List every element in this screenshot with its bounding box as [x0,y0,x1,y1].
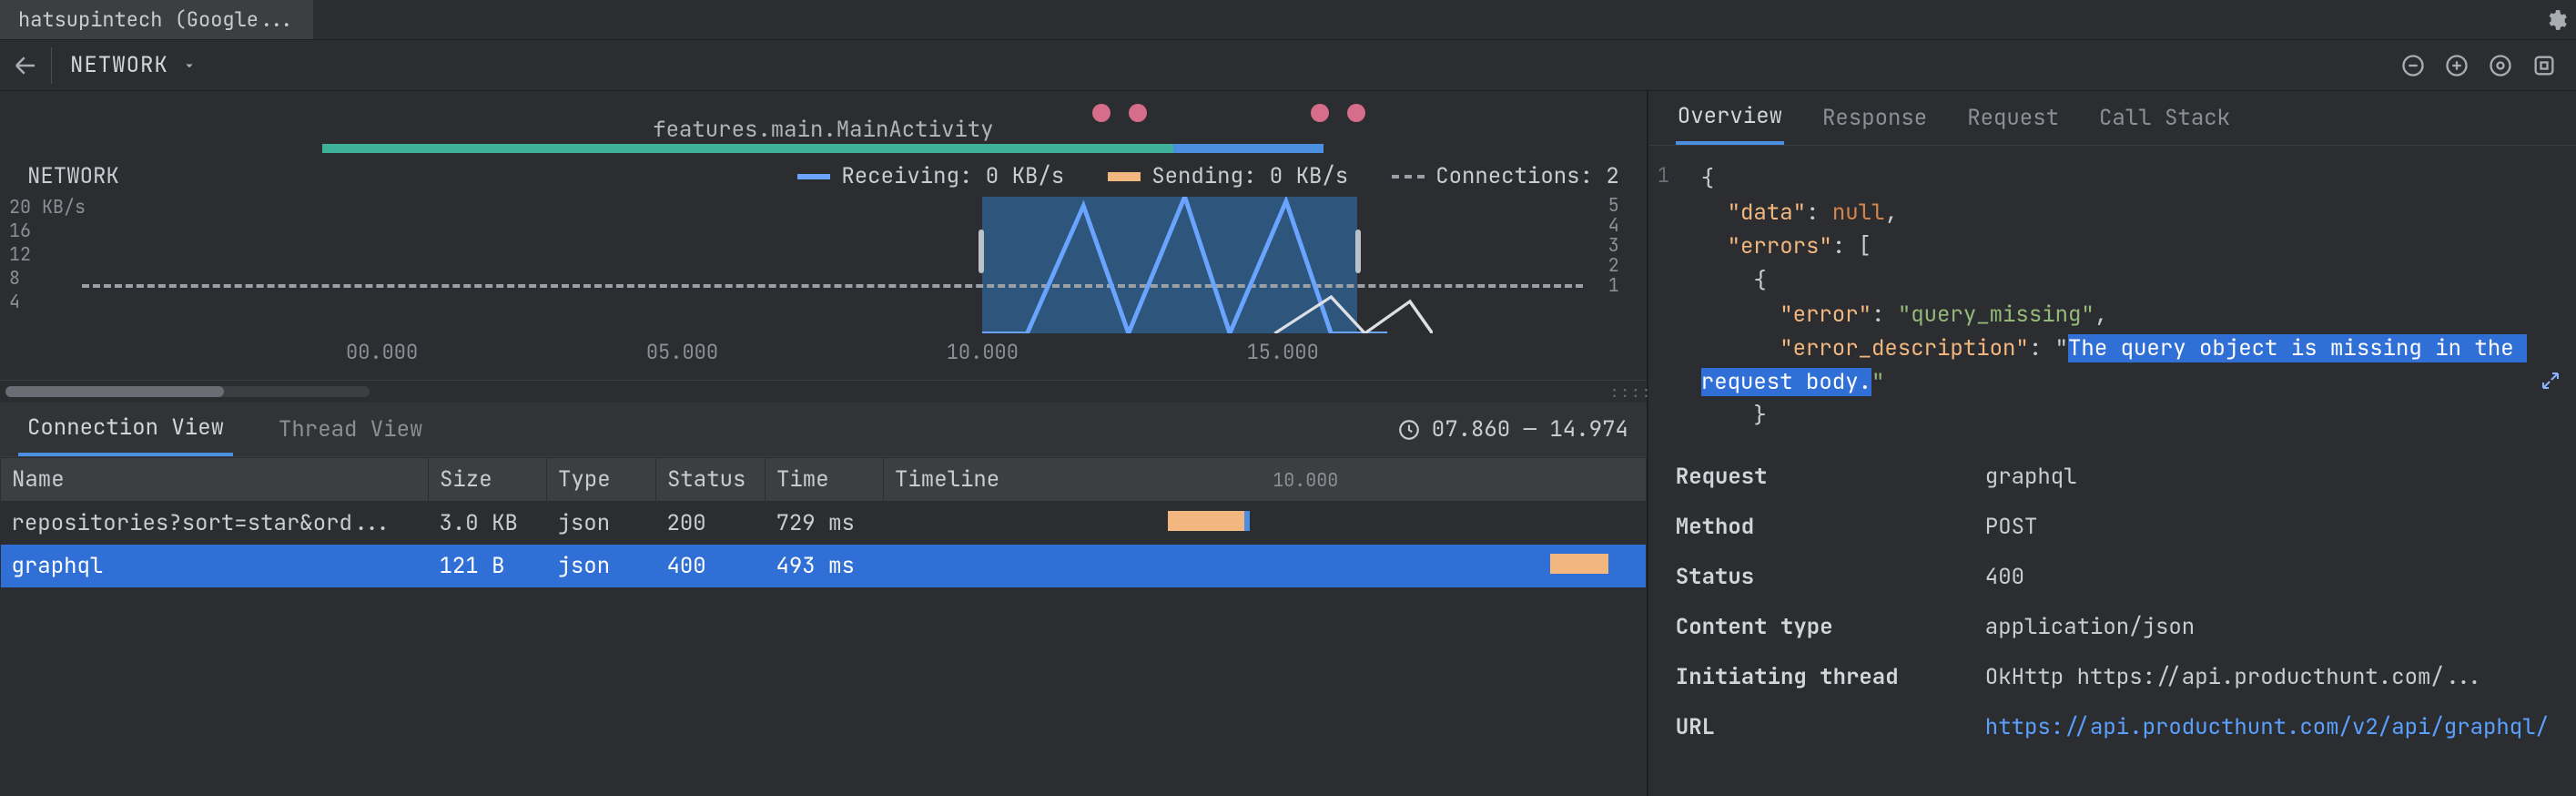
sending-swatch-icon [1108,172,1141,181]
reset-zoom-icon [2488,53,2513,78]
breadcrumb-label: NETWORK [70,51,168,79]
col-name[interactable]: Name [1,458,429,502]
tab-request[interactable]: Request [1965,93,2061,143]
prop-key-ctype: Content type [1676,613,1985,641]
settings-button[interactable] [2536,0,2576,39]
request-timeline-bar [1168,511,1250,531]
minus-circle-icon [2400,53,2426,78]
prop-key-request: Request [1676,463,1985,491]
plus-circle-icon [2444,53,2470,78]
prop-val-ctype: application/json [1985,613,2195,641]
network-chart[interactable]: NETWORK Receiving: 0 KB/s Sending: 0 KB/… [0,153,1647,381]
receiving-swatch-icon [797,174,830,179]
expand-button[interactable] [2540,370,2561,392]
col-timeline[interactable]: Timeline10.000 [884,458,1647,502]
gear-icon [2544,8,2568,32]
prop-key-url: URL [1676,713,1985,741]
timeline-scrollbar-row: :::: [0,381,1647,403]
zoom-out-button[interactable] [2398,50,2429,81]
fit-selection-icon [2531,53,2557,78]
prop-val-request: graphql [1985,463,2077,491]
thread-title: features.main.MainActivity [653,116,993,144]
back-arrow-icon [12,52,39,79]
col-type[interactable]: Type [547,458,656,502]
time-range-text: 07.860 — 14.974 [1432,415,1628,444]
table-row[interactable]: graphql 121 B json 400 493 ms [1,545,1647,587]
tab-strip: hatsupintech (Google... [0,0,2576,40]
legend-connections: Connections: 2 [1435,162,1619,190]
thread-lifecycle-bar [322,144,1323,153]
tab-response[interactable]: Response [1820,93,1929,143]
connections-swatch-icon [1392,175,1425,179]
prop-val-status: 400 [1985,563,2024,591]
legend-receiving: Receiving: 0 KB/s [841,162,1064,190]
resize-grip-icon[interactable]: :::: [1610,383,1647,402]
event-dot-icon [1129,104,1147,122]
request-properties: Requestgraphql MethodPOST Status400 Cont… [1648,446,2576,758]
chart-plot-area[interactable] [82,197,1583,333]
view-tabs: Connection View Thread View 07.860 — 14.… [0,403,1647,457]
prop-val-url[interactable]: https://api.producthunt.com/v2/api/graph… [1985,713,2549,741]
event-dot-icon [1092,104,1111,122]
details-pane: Overview Response Request Call Stack 1 {… [1648,91,2576,796]
response-body-preview[interactable]: 1 { "data": null, "errors": [ { "error":… [1648,146,2576,446]
toolbar: NETWORK [0,40,2576,91]
table-header-row: Name Size Type Status Time Timeline10.00… [1,458,1647,502]
horizontal-scrollbar[interactable] [5,386,370,397]
timeline-tick: 10.000 [1273,468,1338,492]
y-axis-right: 54321 [1608,193,1619,293]
prop-key-method: Method [1676,513,1985,541]
y-axis-left: 20 KB/s161284 [9,195,86,313]
expand-icon [2540,370,2561,392]
chevron-down-icon [181,57,198,74]
breadcrumb[interactable]: NETWORK [52,51,216,79]
table-row[interactable]: repositories?sort=star&ord... 3.0 KB jso… [1,502,1647,546]
legend-sending: Sending: 0 KB/s [1151,162,1348,190]
zoom-selection-button[interactable] [2529,50,2560,81]
details-tabs: Overview Response Request Call Stack [1648,91,2576,146]
time-range-display: 07.860 — 14.974 [1397,415,1628,444]
event-dot-icon [1311,104,1329,122]
thread-row: features.main.MainActivity [0,91,1647,153]
zoom-reset-button[interactable] [2485,50,2516,81]
chart-title: NETWORK [27,162,119,190]
line-number: 1 [1658,162,1669,189]
col-size[interactable]: Size [429,458,547,502]
chart-legend: Receiving: 0 KB/s Sending: 0 KB/s Connec… [797,162,1618,190]
prop-val-method: POST [1985,513,2038,541]
tab-overview[interactable]: Overview [1676,91,1784,145]
requests-table: Name Size Type Status Time Timeline10.00… [0,457,1647,587]
prop-key-status: Status [1676,563,1985,591]
editor-tab[interactable]: hatsupintech (Google... [0,0,314,39]
tab-callstack[interactable]: Call Stack [2097,93,2232,143]
col-time[interactable]: Time [766,458,884,502]
zoom-in-button[interactable] [2441,50,2472,81]
back-button[interactable] [0,40,51,91]
prop-key-thread: Initiating thread [1676,663,1985,691]
tab-thread-view[interactable]: Thread View [269,404,431,454]
request-timeline-bar [1550,554,1608,574]
event-dot-icon [1347,104,1365,122]
receiving-sparkline-icon [982,197,1433,333]
editor-tab-label: hatsupintech (Google... [18,6,295,33]
left-pane: features.main.MainActivity NETWORK Recei… [0,91,1648,796]
scrollbar-thumb[interactable] [5,386,224,397]
x-axis: 00.00005.00010.00015.000 [82,339,1583,365]
col-status[interactable]: Status [656,458,766,502]
tab-connection-view[interactable]: Connection View [18,403,233,456]
prop-val-thread: OkHttp https://api.producthunt.com/... [1985,663,2483,691]
clock-icon [1397,418,1421,442]
